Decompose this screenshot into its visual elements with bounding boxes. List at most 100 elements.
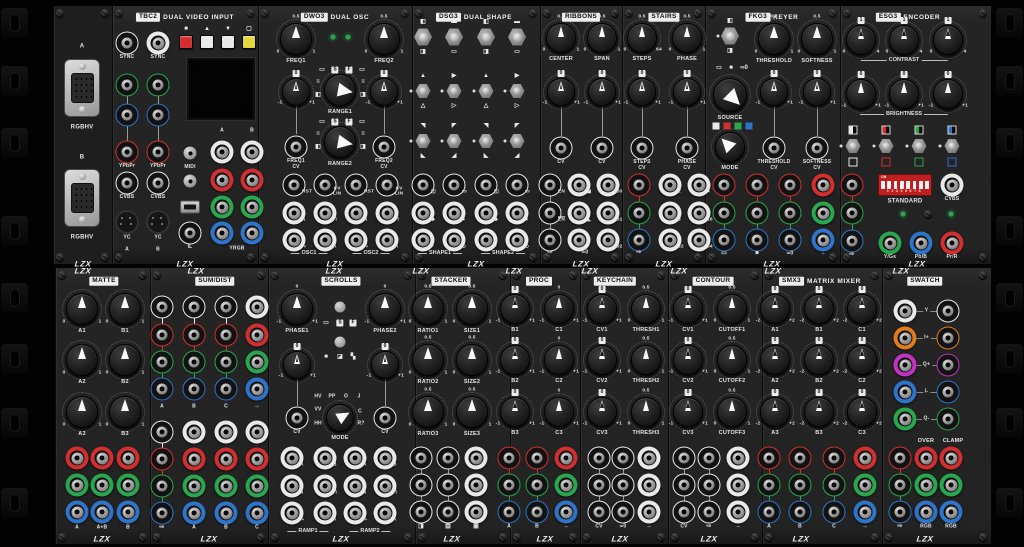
jack-freq1-cv[interactable] — [285, 136, 308, 159]
knob-thresh3[interactable] — [631, 397, 661, 427]
jack[interactable] — [823, 501, 846, 524]
jack[interactable] — [841, 174, 864, 197]
jack[interactable] — [526, 447, 549, 470]
jack[interactable] — [758, 474, 781, 497]
jack[interactable] — [940, 447, 963, 470]
jack[interactable] — [410, 501, 433, 524]
jack[interactable] — [117, 474, 140, 497]
jack[interactable] — [241, 141, 264, 164]
jack[interactable] — [147, 74, 170, 97]
jack[interactable] — [215, 502, 238, 525]
jack[interactable] — [151, 296, 174, 319]
jack[interactable] — [612, 474, 635, 497]
knob-phase1[interactable] — [281, 293, 313, 325]
jack[interactable] — [246, 502, 269, 525]
jack[interactable] — [117, 501, 140, 524]
knob-c1[interactable] — [544, 294, 574, 324]
jack-Y[interactable] — [894, 300, 917, 323]
knob-c2[interactable] — [847, 345, 877, 375]
knob-threshold[interactable] — [758, 23, 790, 55]
knob[interactable] — [370, 78, 398, 106]
jack-I+[interactable] — [894, 327, 917, 350]
jack[interactable] — [183, 378, 206, 401]
jack[interactable] — [526, 501, 549, 524]
knob[interactable] — [547, 78, 575, 106]
jack[interactable] — [758, 447, 781, 470]
knob-b3[interactable] — [804, 397, 834, 427]
jack[interactable] — [151, 502, 174, 525]
jack[interactable] — [628, 202, 651, 225]
jack[interactable] — [526, 474, 549, 497]
jack-softness-cv[interactable] — [806, 137, 829, 160]
knob-thresh1[interactable] — [631, 294, 661, 324]
knob-ratio1[interactable] — [412, 293, 444, 325]
jack[interactable] — [789, 447, 812, 470]
jack[interactable] — [588, 501, 611, 524]
knob-cv2[interactable] — [673, 345, 703, 375]
jack[interactable] — [211, 222, 234, 245]
push-button-yellow[interactable] — [242, 35, 256, 49]
jack[interactable] — [91, 447, 114, 470]
jack[interactable] — [91, 474, 114, 497]
round-button[interactable] — [334, 336, 347, 349]
jack-cv[interactable] — [591, 137, 614, 160]
jack-cv[interactable] — [286, 407, 309, 430]
knob-cv1[interactable] — [587, 294, 617, 324]
jack[interactable] — [246, 421, 269, 444]
jack[interactable] — [151, 475, 174, 498]
jack[interactable] — [215, 378, 238, 401]
jack-I+-out[interactable] — [937, 327, 960, 350]
knob-softness[interactable] — [801, 23, 833, 55]
knob-cv2[interactable] — [587, 345, 617, 375]
jack[interactable] — [746, 202, 769, 225]
jack-threshold-cv[interactable] — [763, 137, 786, 160]
jack[interactable] — [215, 421, 238, 444]
knob-c2[interactable] — [544, 345, 574, 375]
jack[interactable] — [246, 448, 269, 471]
jack[interactable] — [823, 447, 846, 470]
jack[interactable] — [588, 447, 611, 470]
jack[interactable] — [628, 174, 651, 197]
jack[interactable] — [779, 202, 802, 225]
jack[interactable] — [588, 474, 611, 497]
knob-phase[interactable] — [672, 23, 702, 53]
jack[interactable] — [854, 501, 877, 524]
jack[interactable] — [116, 74, 139, 97]
jack[interactable] — [241, 196, 264, 219]
knob[interactable] — [673, 78, 701, 106]
jack[interactable] — [183, 351, 206, 374]
jack-Q+[interactable] — [894, 354, 917, 377]
knob-cutoff1[interactable] — [717, 294, 747, 324]
jack[interactable] — [183, 448, 206, 471]
jack-Q-[interactable] — [894, 408, 917, 431]
jack[interactable] — [812, 174, 835, 197]
jack[interactable] — [889, 447, 912, 470]
knob-ratio2[interactable] — [412, 344, 444, 376]
jack[interactable] — [151, 351, 174, 374]
jack[interactable] — [246, 378, 269, 401]
jack[interactable] — [612, 501, 635, 524]
jack[interactable] — [117, 447, 140, 470]
knob-thresh2[interactable] — [631, 345, 661, 375]
jack-phase-cv[interactable] — [676, 137, 699, 160]
knob-b3[interactable] — [109, 396, 141, 428]
jack[interactable] — [638, 474, 661, 497]
jack-freq2-cv[interactable] — [373, 136, 396, 159]
jack[interactable] — [940, 474, 963, 497]
knob-size1[interactable] — [456, 293, 488, 325]
jack[interactable] — [211, 141, 234, 164]
knob[interactable] — [889, 79, 919, 109]
jack[interactable] — [151, 448, 174, 471]
jack[interactable] — [539, 229, 562, 252]
knob-a1[interactable] — [760, 294, 790, 324]
jack-cv[interactable] — [550, 137, 573, 160]
dip-switch-block[interactable]: ON12345678 — [878, 174, 932, 196]
round-button[interactable] — [334, 301, 347, 314]
jack[interactable] — [147, 104, 170, 127]
jack[interactable] — [812, 229, 835, 252]
jack-y-gs[interactable] — [879, 232, 902, 255]
knob-source[interactable] — [713, 78, 747, 112]
jack[interactable] — [183, 296, 206, 319]
jack-I-[interactable] — [894, 381, 917, 404]
jack[interactable] — [789, 474, 812, 497]
